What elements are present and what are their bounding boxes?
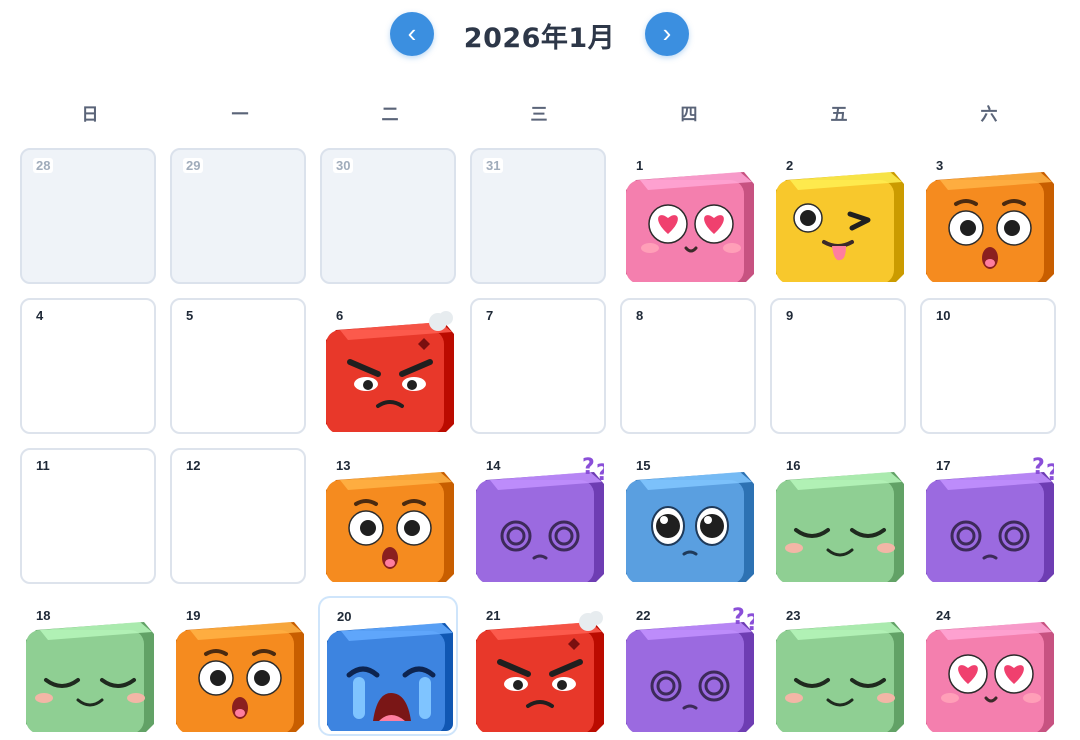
- day-number: 31: [483, 158, 504, 173]
- svg-text:?: ?: [596, 461, 606, 486]
- day-cell-confused[interactable]: ?? 22: [620, 598, 756, 734]
- calendar-header: ‹ 2026年1月 ›: [0, 12, 1080, 58]
- day-number: 24: [933, 608, 954, 623]
- day-number: 23: [783, 608, 804, 623]
- day-number: 21: [483, 608, 504, 623]
- day-cell-love[interactable]: 1: [620, 148, 756, 284]
- weekday-sat: 六: [980, 105, 998, 125]
- weekday-thu: 四: [680, 105, 698, 125]
- svg-text:?: ?: [732, 605, 745, 630]
- day-cell-content[interactable]: 18: [20, 598, 156, 734]
- day-cell-crying[interactable]: 20: [320, 598, 456, 734]
- month-title: 2026年1月: [463, 23, 616, 54]
- day-cell-confused[interactable]: ?? 17: [920, 448, 1056, 584]
- day-number: 2: [783, 158, 797, 173]
- day-number: 16: [783, 458, 804, 473]
- day-cell[interactable]: 12: [170, 448, 306, 584]
- day-cell[interactable]: 11: [20, 448, 156, 584]
- day-number: 28: [33, 158, 54, 173]
- day-number: 9: [783, 308, 797, 323]
- weekday-header-row: 日 一 二 三 四 五 六: [20, 100, 1060, 126]
- day-cell[interactable]: 7: [470, 298, 606, 434]
- weekday-tue: 二: [381, 105, 399, 125]
- day-number: 17: [933, 458, 954, 473]
- next-month-button[interactable]: ›: [645, 12, 689, 56]
- day-cell-surprised[interactable]: 19: [170, 598, 306, 734]
- day-cell-surprised[interactable]: 13: [320, 448, 456, 584]
- svg-text:?: ?: [746, 611, 756, 636]
- day-cell-content[interactable]: 23: [770, 598, 906, 734]
- weekday-fri: 五: [830, 105, 848, 125]
- day-number: 10: [933, 308, 954, 323]
- day-cell-calm[interactable]: 15: [620, 448, 756, 584]
- svg-text:?: ?: [582, 455, 595, 480]
- day-number: 1: [633, 158, 647, 173]
- day-number: 20: [334, 609, 355, 624]
- day-cell-other-month[interactable]: 30: [320, 148, 456, 284]
- day-number: 12: [183, 458, 204, 473]
- day-number: 18: [33, 608, 54, 623]
- day-cell-content[interactable]: 16: [770, 448, 906, 584]
- day-cell-love[interactable]: 24: [920, 598, 1056, 734]
- day-cell-other-month[interactable]: 31: [470, 148, 606, 284]
- day-number: 7: [483, 308, 497, 323]
- day-cell-confused[interactable]: ?? 14: [470, 448, 606, 584]
- day-number: 14: [483, 458, 504, 473]
- day-number: 15: [633, 458, 654, 473]
- day-number: 29: [183, 158, 204, 173]
- day-number: 11: [33, 458, 53, 473]
- day-cell[interactable]: 10: [920, 298, 1056, 434]
- weekday-mon: 一: [231, 105, 249, 125]
- prev-month-button[interactable]: ‹: [390, 12, 434, 56]
- day-number: 8: [633, 308, 647, 323]
- day-cell[interactable]: 5: [170, 298, 306, 434]
- svg-text:?: ?: [1032, 455, 1045, 480]
- day-cell-other-month[interactable]: 29: [170, 148, 306, 284]
- weekday-sun: 日: [81, 105, 99, 125]
- day-number: 6: [333, 308, 347, 323]
- day-number: 3: [933, 158, 947, 173]
- day-cell[interactable]: 8: [620, 298, 756, 434]
- day-number: 13: [333, 458, 354, 473]
- svg-text:?: ?: [1046, 461, 1056, 486]
- day-cell-surprised[interactable]: 3: [920, 148, 1056, 284]
- day-cell-angry[interactable]: 6: [320, 298, 456, 434]
- weekday-wed: 三: [530, 105, 548, 125]
- calendar-grid: 28 29 30 31 1 2 3 4 5 6 7 8 9 10 11 12 13?? 14 15 16?? 17 18 1…: [20, 148, 1060, 740]
- day-number: 19: [183, 608, 204, 623]
- day-number: 22: [633, 608, 654, 623]
- day-cell-wink[interactable]: 2: [770, 148, 906, 284]
- day-number: 5: [183, 308, 197, 323]
- day-cell-angry[interactable]: 21: [470, 598, 606, 734]
- day-number: 4: [33, 308, 47, 323]
- day-cell[interactable]: 4: [20, 298, 156, 434]
- day-number: 30: [333, 158, 354, 173]
- day-cell[interactable]: 9: [770, 298, 906, 434]
- day-cell-other-month[interactable]: 28: [20, 148, 156, 284]
